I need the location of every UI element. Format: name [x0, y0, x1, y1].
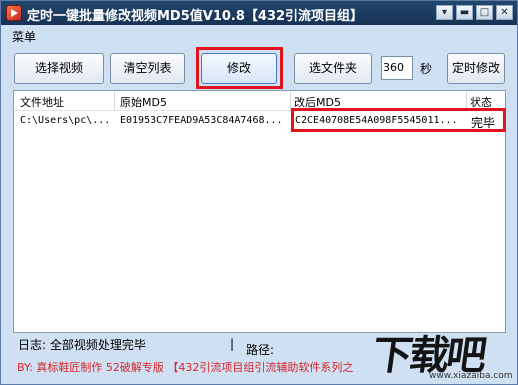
- cell-path: C:\Users\pc\...: [20, 115, 111, 126]
- column-header-path[interactable]: 文件地址: [20, 94, 64, 110]
- path-label: 路径:: [246, 343, 275, 357]
- select-video-button[interactable]: 选择视频: [14, 53, 104, 84]
- menu-bar: 菜单: [1, 26, 517, 44]
- seconds-label: 秒: [420, 62, 433, 76]
- select-folder-button[interactable]: 选文件夹: [294, 53, 372, 84]
- column-header-original-md5[interactable]: 原始MD5: [120, 94, 167, 110]
- log-status-text: 日志: 全部视频处理完毕: [18, 338, 146, 352]
- timed-modify-button[interactable]: 定时修改: [447, 53, 505, 84]
- window-title: 定时一键批量修改视频MD5值V10.8【432引流项目组】: [27, 9, 364, 24]
- app-window: 定时一键批量修改视频MD5值V10.8【432引流项目组】 ▾ ▬ □ ✕ 菜单…: [0, 0, 518, 385]
- footer-credits: BY: 真标鞋匠制作 52破解专版 【432引流项目组引流辅助软件系列之: [17, 361, 354, 374]
- app-icon: [6, 5, 22, 21]
- status-separator: |: [230, 337, 235, 351]
- minimize-button[interactable]: ▬: [456, 5, 473, 20]
- close-button[interactable]: ✕: [496, 5, 513, 20]
- result-highlight-box: [291, 108, 506, 132]
- seconds-input[interactable]: 360: [381, 56, 413, 80]
- site-watermark-logo: 下载吧 www.xiazaiba.com: [369, 323, 517, 385]
- menu-item-main[interactable]: 菜单: [12, 28, 36, 45]
- modify-highlight-box: [196, 47, 283, 89]
- watermark-url: www.xiazaiba.com: [429, 371, 513, 381]
- column-divider[interactable]: [114, 91, 115, 111]
- cell-original-md5: E01953C7FEAD9A53C84A7468...: [120, 115, 283, 126]
- title-bar[interactable]: 定时一键批量修改视频MD5值V10.8【432引流项目组】 ▾ ▬ □ ✕: [1, 1, 517, 25]
- maximize-button[interactable]: □: [476, 5, 493, 20]
- clear-list-button[interactable]: 清空列表: [110, 53, 185, 84]
- window-menu-button[interactable]: ▾: [436, 5, 453, 20]
